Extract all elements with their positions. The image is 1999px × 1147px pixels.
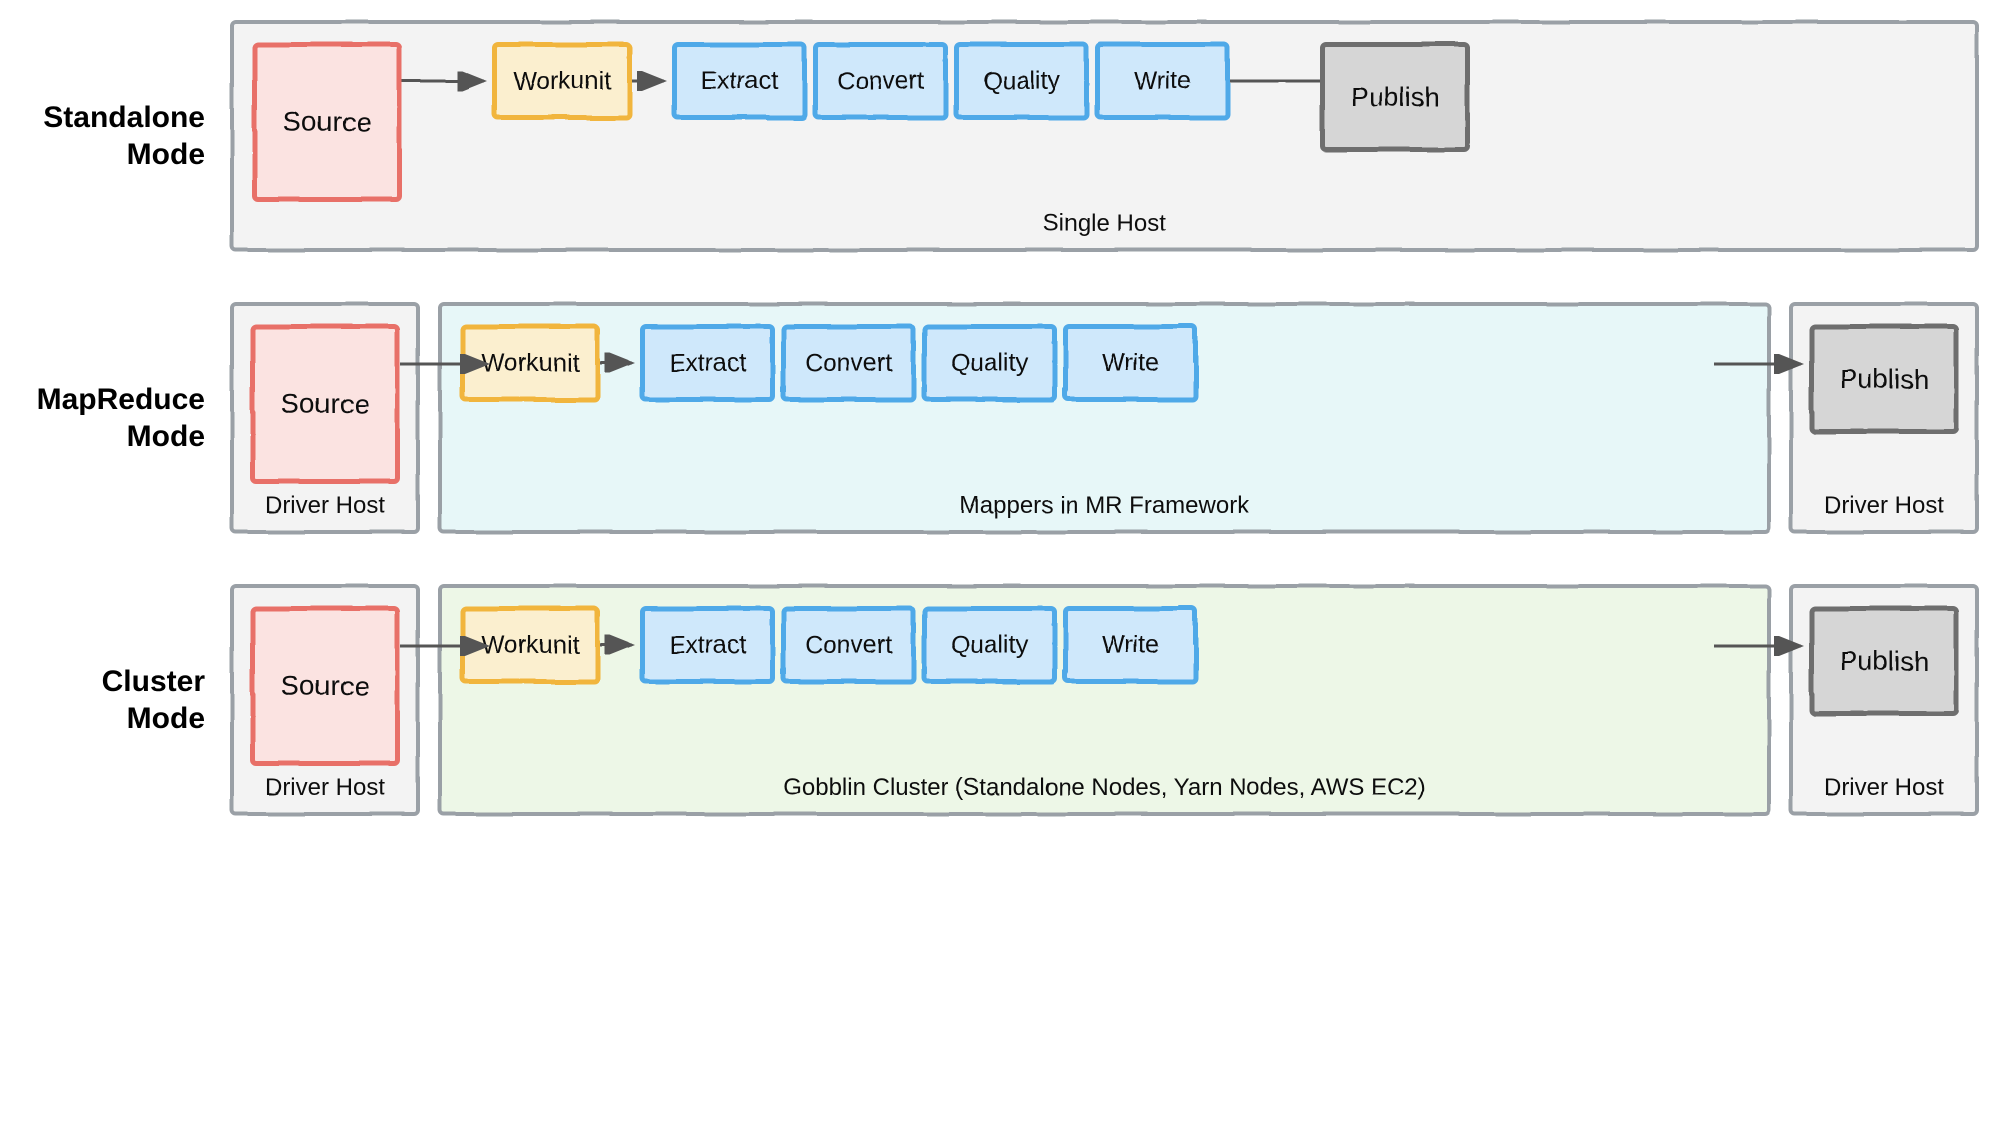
container-mappers: Workunit Extract Convert Quality Write M…: [438, 302, 1771, 534]
arrow-icon: [1230, 42, 1320, 120]
stage-group: Extract Convert Quality Write: [640, 324, 1198, 402]
container-single-host: Source Workunit Extract Convert Quality …: [230, 20, 1979, 252]
flow-cluster: Workunit Extract Convert Quality Write: [460, 606, 1198, 684]
node-extract: Extract: [672, 42, 807, 120]
caption-driver-right: Driver Host: [1793, 774, 1975, 802]
arrow-icon: [600, 606, 640, 684]
node-extract: Extract: [640, 324, 775, 402]
stage-group: Extract Convert Quality Write: [672, 42, 1230, 120]
row-standalone: Standalone Mode Source Workunit Extract …: [20, 20, 1979, 252]
node-publish: Publish: [1320, 42, 1470, 152]
node-write: Write: [1063, 606, 1198, 684]
node-workunit: Workunit: [460, 324, 600, 402]
node-source: Source: [252, 42, 402, 202]
caption-driver-left: Driver Host: [234, 774, 416, 802]
caption-driver-left: Driver Host: [234, 492, 416, 520]
node-convert: Convert: [813, 42, 948, 120]
row-cluster: Cluster Mode Source Driver Host Workunit…: [20, 584, 1979, 816]
node-convert: Convert: [781, 324, 916, 402]
caption-mappers: Mappers in MR Framework: [442, 492, 1767, 520]
node-workunit: Workunit: [492, 42, 632, 120]
node-quality: Quality: [922, 324, 1057, 402]
node-write: Write: [1095, 42, 1230, 120]
flow-mapreduce: Workunit Extract Convert Quality Write: [460, 324, 1198, 402]
stage-group: Extract Convert Quality Write: [640, 606, 1198, 684]
container-cluster: Workunit Extract Convert Quality Write G…: [438, 584, 1771, 816]
mode-label-mapreduce: MapReduce Mode: [20, 381, 230, 456]
arrow-icon: [632, 42, 672, 120]
node-publish: Publish: [1809, 606, 1959, 716]
container-driver-left: Source Driver Host: [230, 584, 420, 816]
mode-label-cluster: Cluster Mode: [20, 663, 230, 738]
mode-label-standalone: Standalone Mode: [20, 99, 230, 174]
node-source: Source: [250, 606, 400, 766]
lane-cluster: Source Driver Host Workunit Extract Conv…: [230, 584, 1979, 816]
arrow-icon: [600, 324, 640, 402]
row-mapreduce: MapReduce Mode Source Driver Host Workun…: [20, 302, 1979, 534]
node-extract: Extract: [640, 606, 775, 684]
caption-driver-right: Driver Host: [1793, 492, 1975, 520]
container-driver-left: Source Driver Host: [230, 302, 420, 534]
node-workunit: Workunit: [460, 606, 600, 684]
node-publish: Publish: [1809, 324, 1959, 434]
arrow-icon: [402, 42, 492, 120]
node-convert: Convert: [781, 606, 916, 684]
node-quality: Quality: [922, 606, 1057, 684]
container-driver-right: Publish Driver Host: [1789, 302, 1979, 534]
node-source: Source: [250, 324, 400, 484]
node-write: Write: [1063, 324, 1198, 402]
caption-cluster: Gobblin Cluster (Standalone Nodes, Yarn …: [442, 774, 1767, 802]
lane-standalone: Source Workunit Extract Convert Quality …: [230, 20, 1979, 252]
container-driver-right: Publish Driver Host: [1789, 584, 1979, 816]
caption-single-host: Single Host: [234, 210, 1975, 238]
lane-mapreduce: Source Driver Host Workunit Extract Conv…: [230, 302, 1979, 534]
node-quality: Quality: [954, 42, 1089, 120]
flow-standalone: Source Workunit Extract Convert Quality …: [252, 42, 1470, 202]
